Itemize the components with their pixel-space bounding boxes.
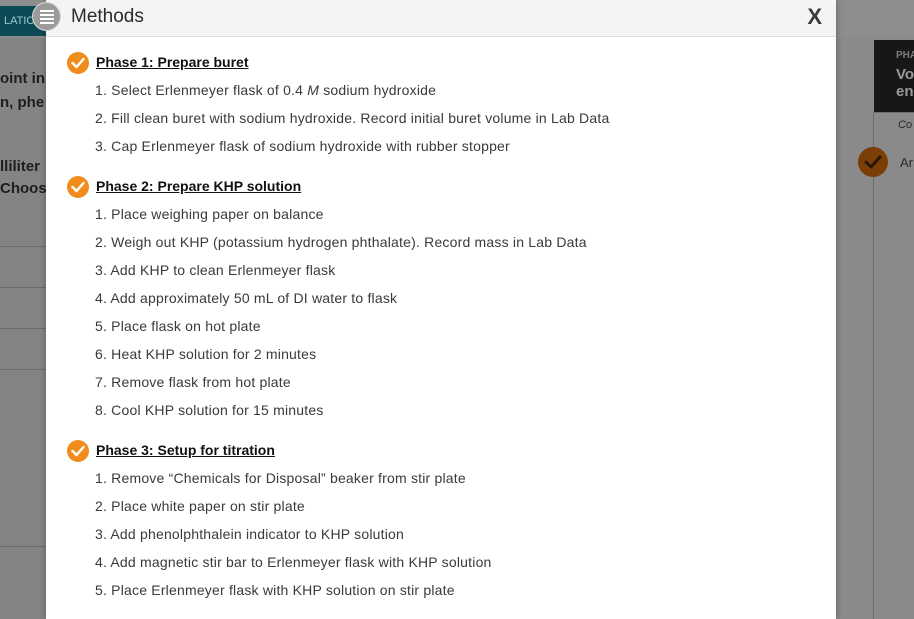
phase-3-step-2: 2. Place white paper on stir plate xyxy=(95,498,305,514)
phase-1-title[interactable]: Phase 1: Prepare buret xyxy=(96,54,249,70)
background-divider xyxy=(873,112,874,619)
phase-2-step-1: 1. Place weighing paper on balance xyxy=(95,206,324,222)
phase-2-step-4: 4. Add approximately 50 mL of DI water t… xyxy=(95,290,398,306)
methods-modal: Methods X Phase 1: Prepare buret 1. Sele… xyxy=(46,0,836,619)
phase-3-step-4: 4. Add magnetic stir bar to Erlenmeyer f… xyxy=(95,554,492,570)
phase-2-step-2: 2. Weigh out KHP (potassium hydrogen pht… xyxy=(95,234,587,250)
background-right-heading-line-2: en xyxy=(896,83,914,100)
phase-2-title[interactable]: Phase 2: Prepare KHP solution xyxy=(96,178,301,194)
checkmark-circle-icon xyxy=(67,176,89,198)
phase-2-step-7: 7. Remove flask from hot plate xyxy=(95,374,291,390)
phase-2-step-3: 3. Add KHP to clean Erlenmeyer flask xyxy=(95,262,336,278)
modal-header: Methods X xyxy=(46,0,836,37)
background-right-heading: Vo en xyxy=(896,66,914,100)
background-right-column-label: Co xyxy=(898,119,913,131)
phase-3-step-5: 5. Place Erlenmeyer flask with KHP solut… xyxy=(95,582,455,598)
phase-1-step-2: 2. Fill clean buret with sodium hydroxid… xyxy=(95,110,610,126)
phase-3-step-3: 3. Add phenolphthalein indicator to KHP … xyxy=(95,526,405,542)
background-left-text-2: n, phe xyxy=(0,94,45,111)
background-left-text-4: Choose xyxy=(0,180,46,197)
checkmark-circle-icon xyxy=(858,147,888,177)
background-left-panel: oint in n, phe lliliter Choose xyxy=(0,38,46,619)
background-divider xyxy=(0,328,46,329)
background-left-text-3: lliliter xyxy=(0,158,41,175)
phase-2-step-8: 8. Cool KHP solution for 15 minutes xyxy=(95,402,324,418)
phase-1-step-1: 1. Select Erlenmeyer flask of 0.4 M sodi… xyxy=(95,82,437,98)
background-left-text-1: oint in xyxy=(0,70,45,87)
phase-1-step-3: 3. Cap Erlenmeyer flask of sodium hydrox… xyxy=(95,138,510,154)
checkmark-circle-icon xyxy=(67,440,89,462)
phase-2-step-5: 5. Place flask on hot plate xyxy=(95,318,261,334)
background-right-row-text: Ar xyxy=(900,155,913,170)
background-right-phase-label: PHA xyxy=(896,50,914,61)
phase-3-title[interactable]: Phase 3: Setup for titration xyxy=(96,442,275,458)
phase-2-step-6: 6. Heat KHP solution for 2 minutes xyxy=(95,346,317,362)
background-divider xyxy=(0,369,46,370)
phase-3-step-1: 1. Remove “Chemicals for Disposal” beake… xyxy=(95,470,466,486)
background-divider xyxy=(0,546,46,547)
checkmark-circle-icon xyxy=(67,52,89,74)
list-menu-icon[interactable] xyxy=(32,2,61,31)
close-button[interactable]: X xyxy=(807,4,822,30)
background-divider xyxy=(0,246,46,247)
background-right-heading-line-1: Vo xyxy=(896,66,914,83)
modal-title: Methods xyxy=(71,6,144,27)
background-divider xyxy=(0,287,46,288)
background-divider xyxy=(874,112,914,113)
